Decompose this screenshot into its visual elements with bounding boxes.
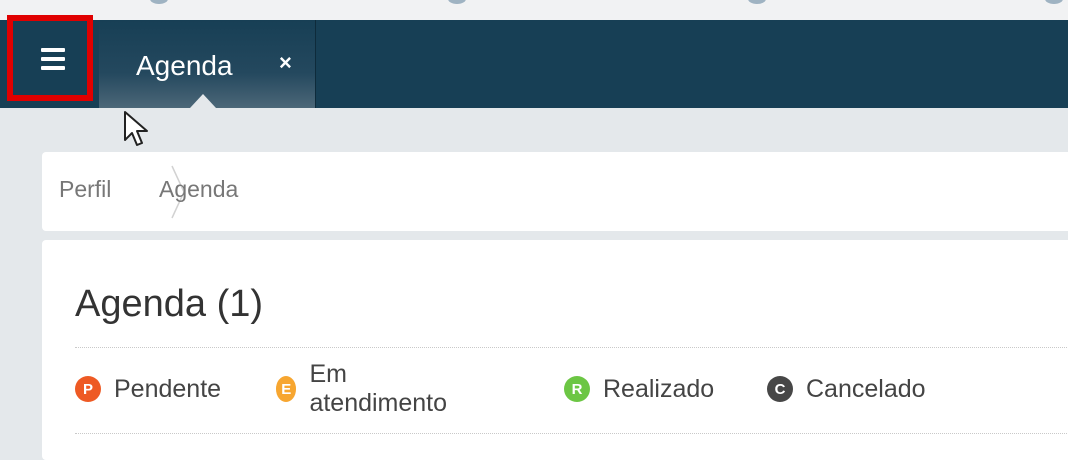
top-strip [0,0,1068,20]
decor-dot [448,0,466,4]
divider [75,433,1068,434]
legend-label: Em atendimento [309,360,448,417]
breadcrumb-item-agenda[interactable]: Agenda [159,176,238,203]
breadcrumb-item-perfil[interactable]: Perfil [59,176,111,203]
legend-item-cancelado: C Cancelado [767,372,926,406]
agenda-panel: Agenda (1) P Pendente E Em atendimento R… [42,240,1068,460]
legend-label: Cancelado [806,374,926,403]
status-r-icon: R [564,376,590,402]
status-p-icon: P [75,376,101,402]
page-title: Agenda (1) [75,283,264,325]
mouse-pointer-icon [124,111,148,146]
divider [75,347,1068,348]
active-tab-indicator [190,94,216,108]
legend-item-pendente: P Pendente [75,372,221,406]
legend-item-em-atendimento: E Em atendimento [276,360,453,417]
decor-dot [150,0,168,4]
status-e-icon: E [276,376,297,402]
status-c-icon: C [767,376,793,402]
breadcrumb: Perfil Agenda [42,152,1068,231]
decor-dot [1045,0,1063,4]
tab-close-button[interactable]: × [279,50,292,76]
tab-label: Agenda [136,50,233,81]
legend-label: Pendente [114,374,222,403]
decor-dot [748,0,766,4]
legend-item-realizado: R Realizado [564,372,714,406]
menu-button[interactable] [7,15,93,101]
hamburger-icon [41,48,65,70]
legend-label: Realizado [603,374,715,403]
